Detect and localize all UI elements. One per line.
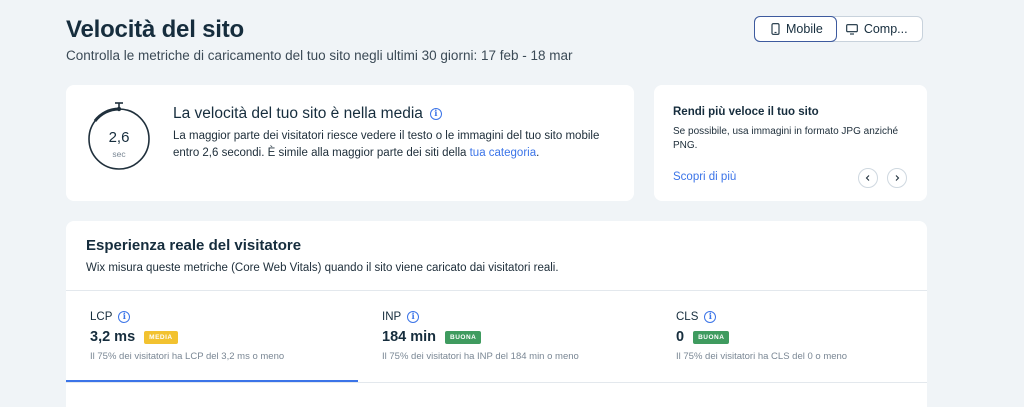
desktop-monitor-icon [845, 23, 858, 35]
speed-description: La maggior parte dei visitatori riesce v… [173, 128, 613, 161]
metric-value: 3,2 ms [90, 329, 136, 345]
info-icon[interactable]: i [407, 311, 420, 323]
metric-note: Il 75% dei visitatori ha INP del 184 min… [382, 351, 579, 362]
speed-title: La velocità del tuo sito è nella media [173, 105, 423, 122]
device-toggle: Mobile Comp... [754, 16, 923, 42]
info-icon[interactable]: i [429, 108, 442, 120]
previous-tip-button[interactable] [858, 168, 878, 188]
mobile-button-label: Mobile [786, 22, 823, 36]
speed-unit: sec [112, 149, 126, 159]
page-title: Velocità del sito [66, 16, 244, 43]
metric-label-row: LCP i [90, 311, 131, 323]
metric-note: Il 75% dei visitatori ha LCP del 3,2 ms … [90, 351, 285, 362]
page-subtitle: Controlla le metriche di caricamento del… [66, 48, 573, 63]
metric-value-row: 3,2 ms MEDIA [90, 329, 178, 345]
tip-title: Rendi più veloce il tuo sito [673, 106, 819, 118]
learn-more-link[interactable]: Scopri di più [673, 171, 736, 183]
status-badge: BUONA [445, 330, 482, 344]
speed-title-row: La velocità del tuo sito è nella media i [173, 105, 442, 123]
chevron-right-icon [895, 175, 900, 181]
metric-label: INP [382, 311, 402, 323]
metric-label: CLS [676, 311, 699, 323]
metric-value: 184 min [382, 329, 436, 345]
tip-description: Se possibile, usa immagini in formato JP… [673, 126, 899, 151]
next-tip-button[interactable] [887, 168, 907, 188]
metric-note: Il 75% dei visitatori ha CLS del 0 o men… [676, 351, 848, 362]
metric-value: 0 [676, 329, 685, 345]
mobile-phone-icon [771, 23, 780, 35]
metric-value-row: 0 BUONA [676, 329, 730, 345]
metric-tab-cls[interactable]: CLS i 0 BUONA Il 75% dei visitatori ha C… [652, 291, 944, 383]
desktop-button[interactable]: Comp... [836, 17, 922, 41]
metric-label: LCP [90, 311, 113, 323]
chevron-left-icon [865, 175, 870, 181]
metric-label-row: CLS i [676, 311, 717, 323]
visitor-experience-card: Esperienza reale del visitatore Wix misu… [66, 221, 927, 407]
experience-description: Wix misura queste metriche (Core Web Vit… [86, 262, 559, 274]
divider [66, 382, 927, 383]
metric-value-row: 184 min BUONA [382, 329, 482, 345]
tip-card: Rendi più veloce il tuo sito Se possibil… [654, 85, 927, 201]
speed-value: 2,6 [108, 129, 130, 146]
mobile-button[interactable]: Mobile [754, 16, 837, 42]
status-badge: BUONA [693, 330, 730, 344]
metric-label-row: INP i [382, 311, 420, 323]
metric-tab-inp[interactable]: INP i 184 min BUONA Il 75% dei visitator… [358, 291, 650, 383]
info-icon[interactable]: i [118, 311, 131, 323]
speed-description-end: . [536, 146, 540, 159]
desktop-button-label: Comp... [863, 22, 908, 36]
metric-tab-lcp[interactable]: LCP i 3,2 ms MEDIA Il 75% dei visitatori… [66, 291, 358, 383]
category-link[interactable]: tua categoria [470, 147, 537, 159]
status-badge: MEDIA [144, 330, 178, 344]
experience-title: Esperienza reale del visitatore [86, 237, 302, 254]
info-icon[interactable]: i [704, 311, 717, 323]
stopwatch-gauge: 2,6 sec [86, 101, 152, 173]
speed-summary-card: 2,6 sec La velocità del tuo sito è nella… [66, 85, 634, 201]
